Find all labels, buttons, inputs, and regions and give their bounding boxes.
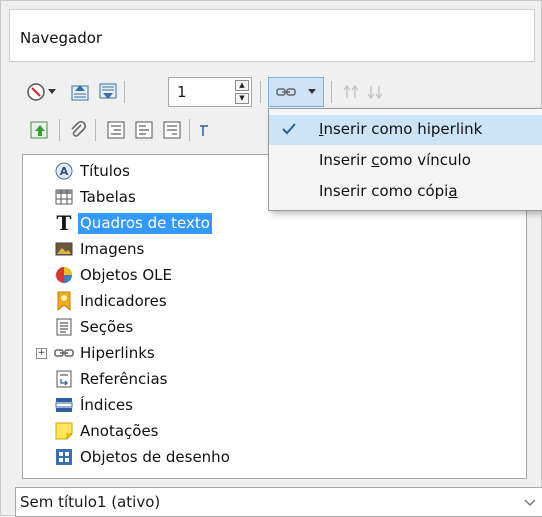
tree-item-label: Tabelas [80, 188, 136, 206]
title-bar: Navegador [9, 9, 535, 62]
tree-item-label: Títulos [80, 162, 130, 180]
tree-item-anotacoes[interactable]: Anotações [23, 419, 526, 445]
tree-item-label: Seções [80, 318, 134, 336]
next-object-icon[interactable] [97, 81, 119, 103]
spin-up-button[interactable]: ▲ [235, 80, 249, 91]
tree-item-indicadores[interactable]: Indicadores [23, 289, 526, 315]
menu-item-insert-as-hyperlink[interactable]: Inserir como hiperlink [269, 115, 542, 145]
drag-mode-dropdown-button[interactable] [268, 77, 324, 107]
content-view-icon[interactable] [133, 119, 155, 141]
menu-item-label: Inserir como vínculo [319, 151, 471, 169]
image-icon [54, 239, 74, 259]
toolbar-separator [189, 119, 190, 141]
toolbar-separator [260, 81, 261, 103]
hyperlink-chain-icon [275, 81, 297, 103]
demote-chapter-icon [364, 81, 386, 103]
document-selector[interactable]: Sem título1 (ativo) [15, 487, 542, 517]
tree-item-label: Objetos de desenho [80, 448, 230, 466]
toolbar-separator [59, 119, 60, 141]
spin-down-button[interactable]: ▼ [235, 93, 249, 104]
insert-icon[interactable] [29, 119, 51, 141]
navigator-window: Navegador 1 ▲ ▼ A Títulos Tabelas T Quad… [0, 0, 542, 517]
toolbar-separator [95, 119, 96, 141]
tree-item-secoes[interactable]: Seções [23, 315, 526, 341]
heading-levels-icon[interactable] [105, 119, 127, 141]
tree-item-objetos-de-desenho[interactable]: Objetos de desenho [23, 445, 526, 471]
previous-object-icon[interactable] [69, 81, 91, 103]
drag-mode-menu: Inserir como hiperlink Inserir como vínc… [268, 108, 542, 211]
ole-object-icon [54, 265, 74, 285]
svg-text:A: A [60, 165, 69, 178]
navigation-compass-icon[interactable] [25, 81, 47, 103]
text-frame-icon: T [54, 213, 74, 233]
menu-item-label: Inserir como hiperlink [319, 120, 483, 138]
tree-item-indices[interactable]: Índices [23, 393, 526, 419]
tree-item-label: Hiperlinks [80, 344, 155, 362]
toggle-icon[interactable] [161, 119, 183, 141]
tree-item-label: Índices [80, 396, 133, 414]
section-icon [54, 317, 74, 337]
chevron-down-icon[interactable] [524, 496, 538, 510]
tree-item-label: Indicadores [80, 292, 167, 310]
paperclip-icon[interactable] [67, 119, 89, 141]
drawing-object-icon [54, 447, 74, 467]
list-box-icon[interactable] [197, 119, 209, 141]
headings-icon: A [54, 161, 74, 181]
toolbar-separator [331, 81, 332, 103]
tree-item-label: Quadros de texto [78, 213, 212, 234]
tree-item-objetos-ole[interactable]: Objetos OLE [23, 263, 526, 289]
toolbar-separator [124, 81, 125, 103]
checkmark-icon [281, 121, 299, 139]
tree-item-imagens[interactable]: Imagens [23, 237, 526, 263]
chevron-down-icon[interactable] [45, 81, 59, 103]
tree-item-label: Objetos OLE [80, 266, 173, 284]
index-icon [54, 395, 74, 415]
tree-item-label: Imagens [80, 240, 145, 258]
chevron-down-icon [305, 81, 319, 103]
comment-icon [54, 421, 74, 441]
menu-item-insert-as-copy[interactable]: Inserir como cópia [269, 177, 542, 207]
promote-chapter-icon [340, 81, 362, 103]
expand-icon[interactable]: + [36, 348, 47, 359]
tree-item-quadros-de-texto[interactable]: T Quadros de texto [23, 211, 526, 237]
menu-item-insert-as-link[interactable]: Inserir como vínculo [269, 146, 542, 176]
tree-item-referencias[interactable]: Referências [23, 367, 526, 393]
page-number-spinner[interactable]: 1 ▲ ▼ [168, 77, 252, 107]
svg-text:T: T [57, 213, 72, 233]
tree-item-label: Anotações [80, 422, 159, 440]
bookmark-icon [54, 291, 74, 311]
document-selector-value: Sem título1 (ativo) [20, 493, 161, 511]
table-icon [54, 187, 74, 207]
page-number-value[interactable]: 1 [177, 83, 187, 101]
window-title: Navegador [20, 29, 103, 47]
reference-icon [54, 369, 74, 389]
tree-item-label: Referências [80, 370, 168, 388]
hyperlink-icon [54, 343, 74, 363]
tree-item-hiperlinks[interactable]: + Hiperlinks [23, 341, 526, 367]
menu-item-label: Inserir como cópia [319, 182, 458, 200]
